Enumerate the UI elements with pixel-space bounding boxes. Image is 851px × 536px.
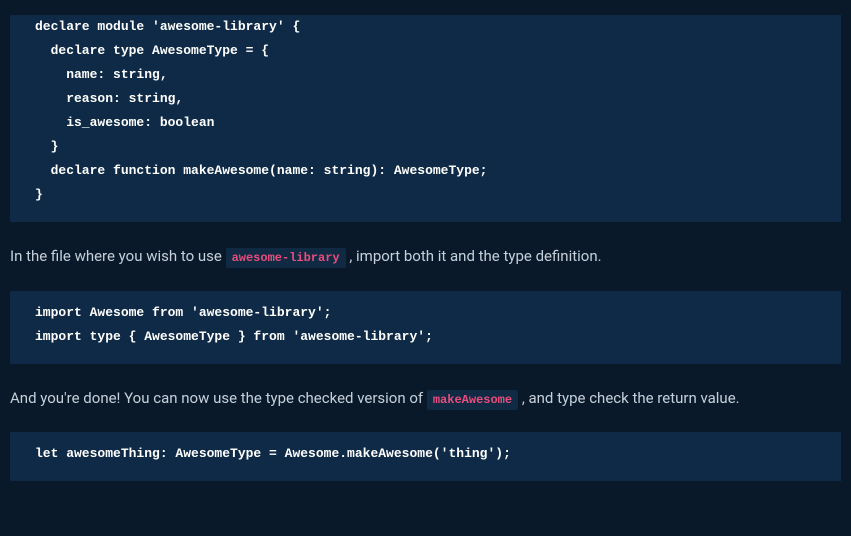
- text-after: , import both it and the type definition…: [349, 247, 601, 265]
- inline-code-library: awesome-library: [226, 248, 346, 268]
- code-block-module-declaration: declare module 'awesome-library' { decla…: [10, 15, 841, 222]
- code-block-imports: import Awesome from 'awesome-library'; i…: [10, 291, 841, 364]
- code-block-usage: let awesomeThing: AwesomeType = Awesome.…: [10, 432, 841, 481]
- inline-code-function: makeAwesome: [427, 390, 518, 410]
- text-after: , and type check the return value.: [522, 389, 740, 407]
- paragraph-import-instruction: In the file where you wish to use awesom…: [10, 244, 841, 268]
- text-before: In the file where you wish to use: [10, 247, 226, 265]
- text-before: And you're done! You can now use the typ…: [10, 389, 427, 407]
- paragraph-done: And you're done! You can now use the typ…: [10, 386, 841, 410]
